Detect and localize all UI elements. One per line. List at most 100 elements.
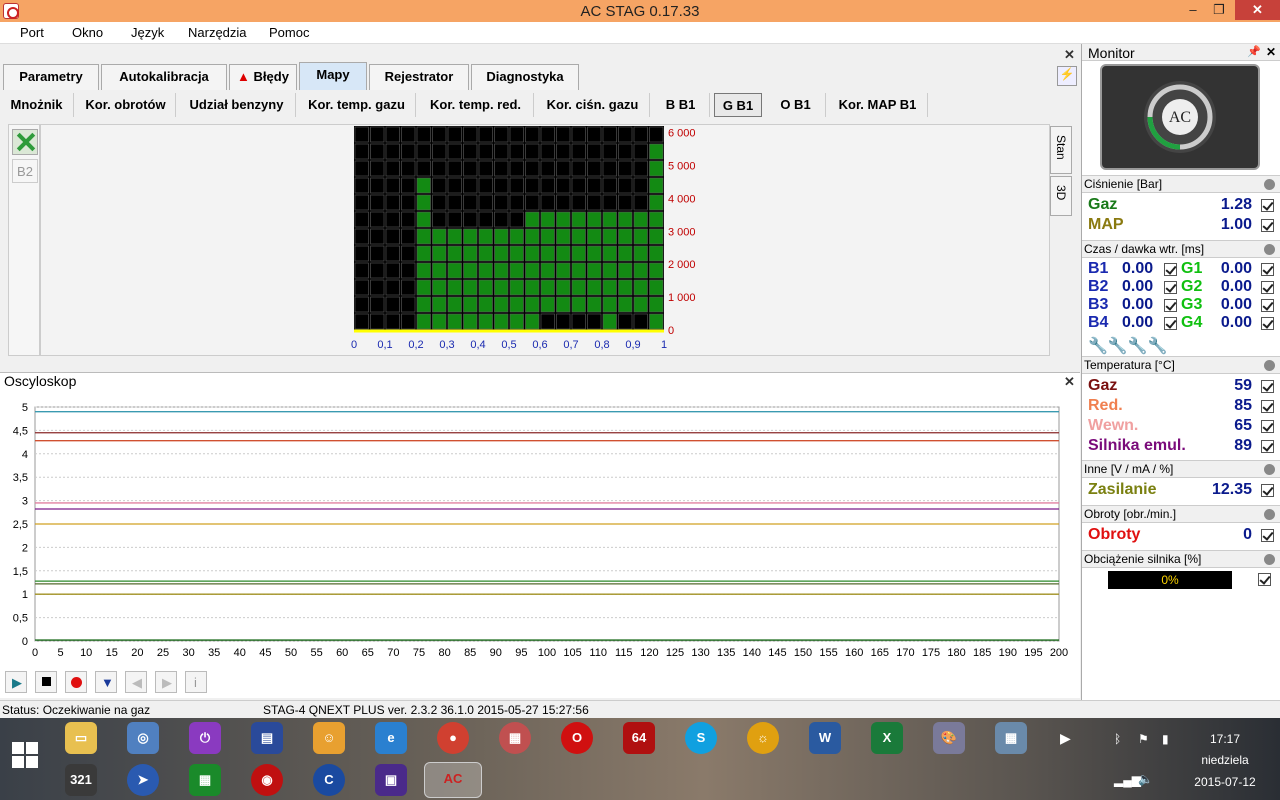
- ac-stag-taskbar-button[interactable]: AC: [424, 762, 482, 798]
- tab-multiplier[interactable]: Mnożnik: [0, 93, 74, 117]
- network-signal-icon[interactable]: ▂▄▆: [1114, 773, 1141, 787]
- tab-diagnostics[interactable]: Diagnostyka: [471, 64, 579, 90]
- app-icon-5[interactable]: ☺: [313, 722, 345, 754]
- display-icon[interactable]: ▶: [1060, 730, 1071, 747]
- calculator-icon[interactable]: ▦: [995, 722, 1027, 754]
- injection-section[interactable]: Czas / dawka wtr. [ms]: [1082, 240, 1280, 258]
- monitor-close-icon[interactable]: ✕: [1266, 45, 1276, 59]
- tab-stan[interactable]: Stan: [1050, 126, 1072, 174]
- petrol-injector-checkbox[interactable]: [1164, 317, 1177, 330]
- app-icon-2[interactable]: ◎: [127, 722, 159, 754]
- app-icon-4[interactable]: ▤: [251, 722, 283, 754]
- gas-injector-checkbox[interactable]: [1261, 281, 1274, 294]
- temperature-section[interactable]: Temperatura [°C]: [1082, 356, 1280, 374]
- tab-errors[interactable]: ▲ Błędy: [229, 64, 297, 90]
- internet-explorer-icon[interactable]: e: [375, 722, 407, 754]
- pressure-checkbox[interactable]: [1261, 219, 1274, 232]
- store-icon[interactable]: ▦: [189, 764, 221, 796]
- app-icon-c[interactable]: C: [313, 764, 345, 796]
- excel-icon[interactable]: X: [871, 722, 903, 754]
- load-section[interactable]: Obciążenie silnika [%]: [1082, 550, 1280, 568]
- word-icon[interactable]: W: [809, 722, 841, 754]
- supply-checkbox[interactable]: [1261, 484, 1274, 497]
- info-button[interactable]: i: [185, 671, 207, 693]
- opera-icon[interactable]: O: [561, 722, 593, 754]
- menu-port[interactable]: Port: [20, 25, 44, 40]
- map-cell: [478, 262, 493, 279]
- next-button[interactable]: ▶: [155, 671, 177, 693]
- close-button[interactable]: ✕: [1235, 0, 1280, 20]
- pressure-checkbox[interactable]: [1261, 199, 1274, 212]
- file-explorer-icon[interactable]: ▭: [65, 722, 97, 754]
- tab-autocalibration[interactable]: Autokalibracja: [101, 64, 227, 90]
- app-icon-64[interactable]: 64: [623, 722, 655, 754]
- pressure-section[interactable]: Ciśnienie [Bar]: [1082, 175, 1280, 193]
- paint-icon[interactable]: 🎨: [933, 722, 965, 754]
- oscilloscope-chart[interactable]: 00,511,522,533,544,550 5 10 15 20 25 30 35 40 45 5…: [0, 397, 1080, 689]
- stop-button[interactable]: [35, 671, 57, 693]
- temperature-checkbox[interactable]: [1261, 400, 1274, 413]
- tab-maps[interactable]: Mapy: [299, 62, 367, 90]
- tab-o-b1[interactable]: O B1: [766, 93, 826, 117]
- map-cell: [401, 177, 416, 194]
- record-button[interactable]: [65, 671, 87, 693]
- petrol-injector-checkbox[interactable]: [1164, 299, 1177, 312]
- bluetooth-icon[interactable]: ᛒ: [1114, 732, 1121, 746]
- temperature-checkbox[interactable]: [1261, 440, 1274, 453]
- temperature-checkbox[interactable]: [1261, 420, 1274, 433]
- temperature-checkbox[interactable]: [1261, 380, 1274, 393]
- previous-button[interactable]: ◀: [125, 671, 147, 693]
- app-icon-chip[interactable]: ▣: [375, 764, 407, 796]
- chrome-icon[interactable]: ●: [437, 722, 469, 754]
- tab-3d[interactable]: 3D: [1050, 176, 1072, 216]
- flag-icon[interactable]: ⚑: [1138, 732, 1149, 746]
- app-icon-321[interactable]: 321: [65, 764, 97, 796]
- windows-start-icon[interactable]: [12, 742, 38, 768]
- load-checkbox[interactable]: [1258, 573, 1271, 586]
- gas-injector-checkbox[interactable]: [1261, 299, 1274, 312]
- gas-injector-checkbox[interactable]: [1261, 263, 1274, 276]
- tab-gas-pressure-correction[interactable]: Kor. ciśn. gazu: [536, 93, 650, 117]
- gas-injector-checkbox[interactable]: [1261, 317, 1274, 330]
- menu-tools[interactable]: Narzędzia: [188, 25, 247, 40]
- map-cell: [385, 177, 400, 194]
- tab-g-b1[interactable]: G B1: [714, 93, 762, 117]
- tab-gas-temp-correction[interactable]: Kor. temp. gazu: [298, 93, 416, 117]
- app-icon-compass[interactable]: ➤: [127, 764, 159, 796]
- app-icon-record[interactable]: ◉: [251, 764, 283, 796]
- scroll-down-button[interactable]: ▼: [95, 671, 117, 693]
- minimize-button[interactable]: ‒: [1179, 0, 1207, 20]
- tab-recorder[interactable]: Rejestrator: [369, 64, 469, 90]
- rpm-checkbox[interactable]: [1261, 529, 1274, 542]
- tab-petrol-share[interactable]: Udział benzyny: [178, 93, 296, 117]
- tab-rpm-correction[interactable]: Kor. obrotów: [76, 93, 176, 117]
- battery-icon[interactable]: ▮: [1162, 732, 1169, 746]
- play-button[interactable]: ▶: [5, 671, 27, 693]
- b2-button[interactable]: B2: [12, 159, 38, 183]
- clock-time[interactable]: 17:17: [1195, 732, 1255, 746]
- app-icon-sun[interactable]: ☼: [747, 722, 779, 754]
- oscilloscope-close-icon[interactable]: ✕: [1064, 374, 1075, 390]
- other-section[interactable]: Inne [V / mA / %]: [1082, 460, 1280, 478]
- tab-red-temp-correction[interactable]: Kor. temp. red.: [418, 93, 534, 117]
- tab-b-b1[interactable]: B B1: [652, 93, 710, 117]
- map-chart[interactable]: 0 1 000 2 000 3 000 4 000 5 000 6 000 0 0,1 0,2 0,…: [340, 126, 700, 356]
- restore-button[interactable]: ❐: [1205, 0, 1233, 20]
- cancel-icon[interactable]: [12, 129, 38, 155]
- menu-help[interactable]: Pomoc: [269, 25, 309, 40]
- rpm-section[interactable]: Obroty [obr./min.]: [1082, 505, 1280, 523]
- help-icon[interactable]: ⚡: [1057, 66, 1077, 86]
- petrol-injector-checkbox[interactable]: [1164, 281, 1177, 294]
- app-icon-8[interactable]: ▦: [499, 722, 531, 754]
- tab-map-correction-b1[interactable]: Kor. MAP B1: [828, 93, 928, 117]
- petrol-injector-checkbox[interactable]: [1164, 263, 1177, 276]
- menu-window[interactable]: Okno: [72, 25, 103, 40]
- menu-language[interactable]: Język: [131, 25, 164, 40]
- tab-parameters[interactable]: Parametry: [3, 64, 99, 90]
- volume-icon[interactable]: 🔈: [1138, 772, 1153, 786]
- skype-icon[interactable]: S: [685, 722, 717, 754]
- app-icon-3[interactable]: ⏻: [189, 722, 221, 754]
- pin-icon[interactable]: 📌: [1247, 45, 1261, 58]
- panel-close-icon[interactable]: ✕: [1064, 47, 1075, 63]
- map-cell: [540, 177, 555, 194]
